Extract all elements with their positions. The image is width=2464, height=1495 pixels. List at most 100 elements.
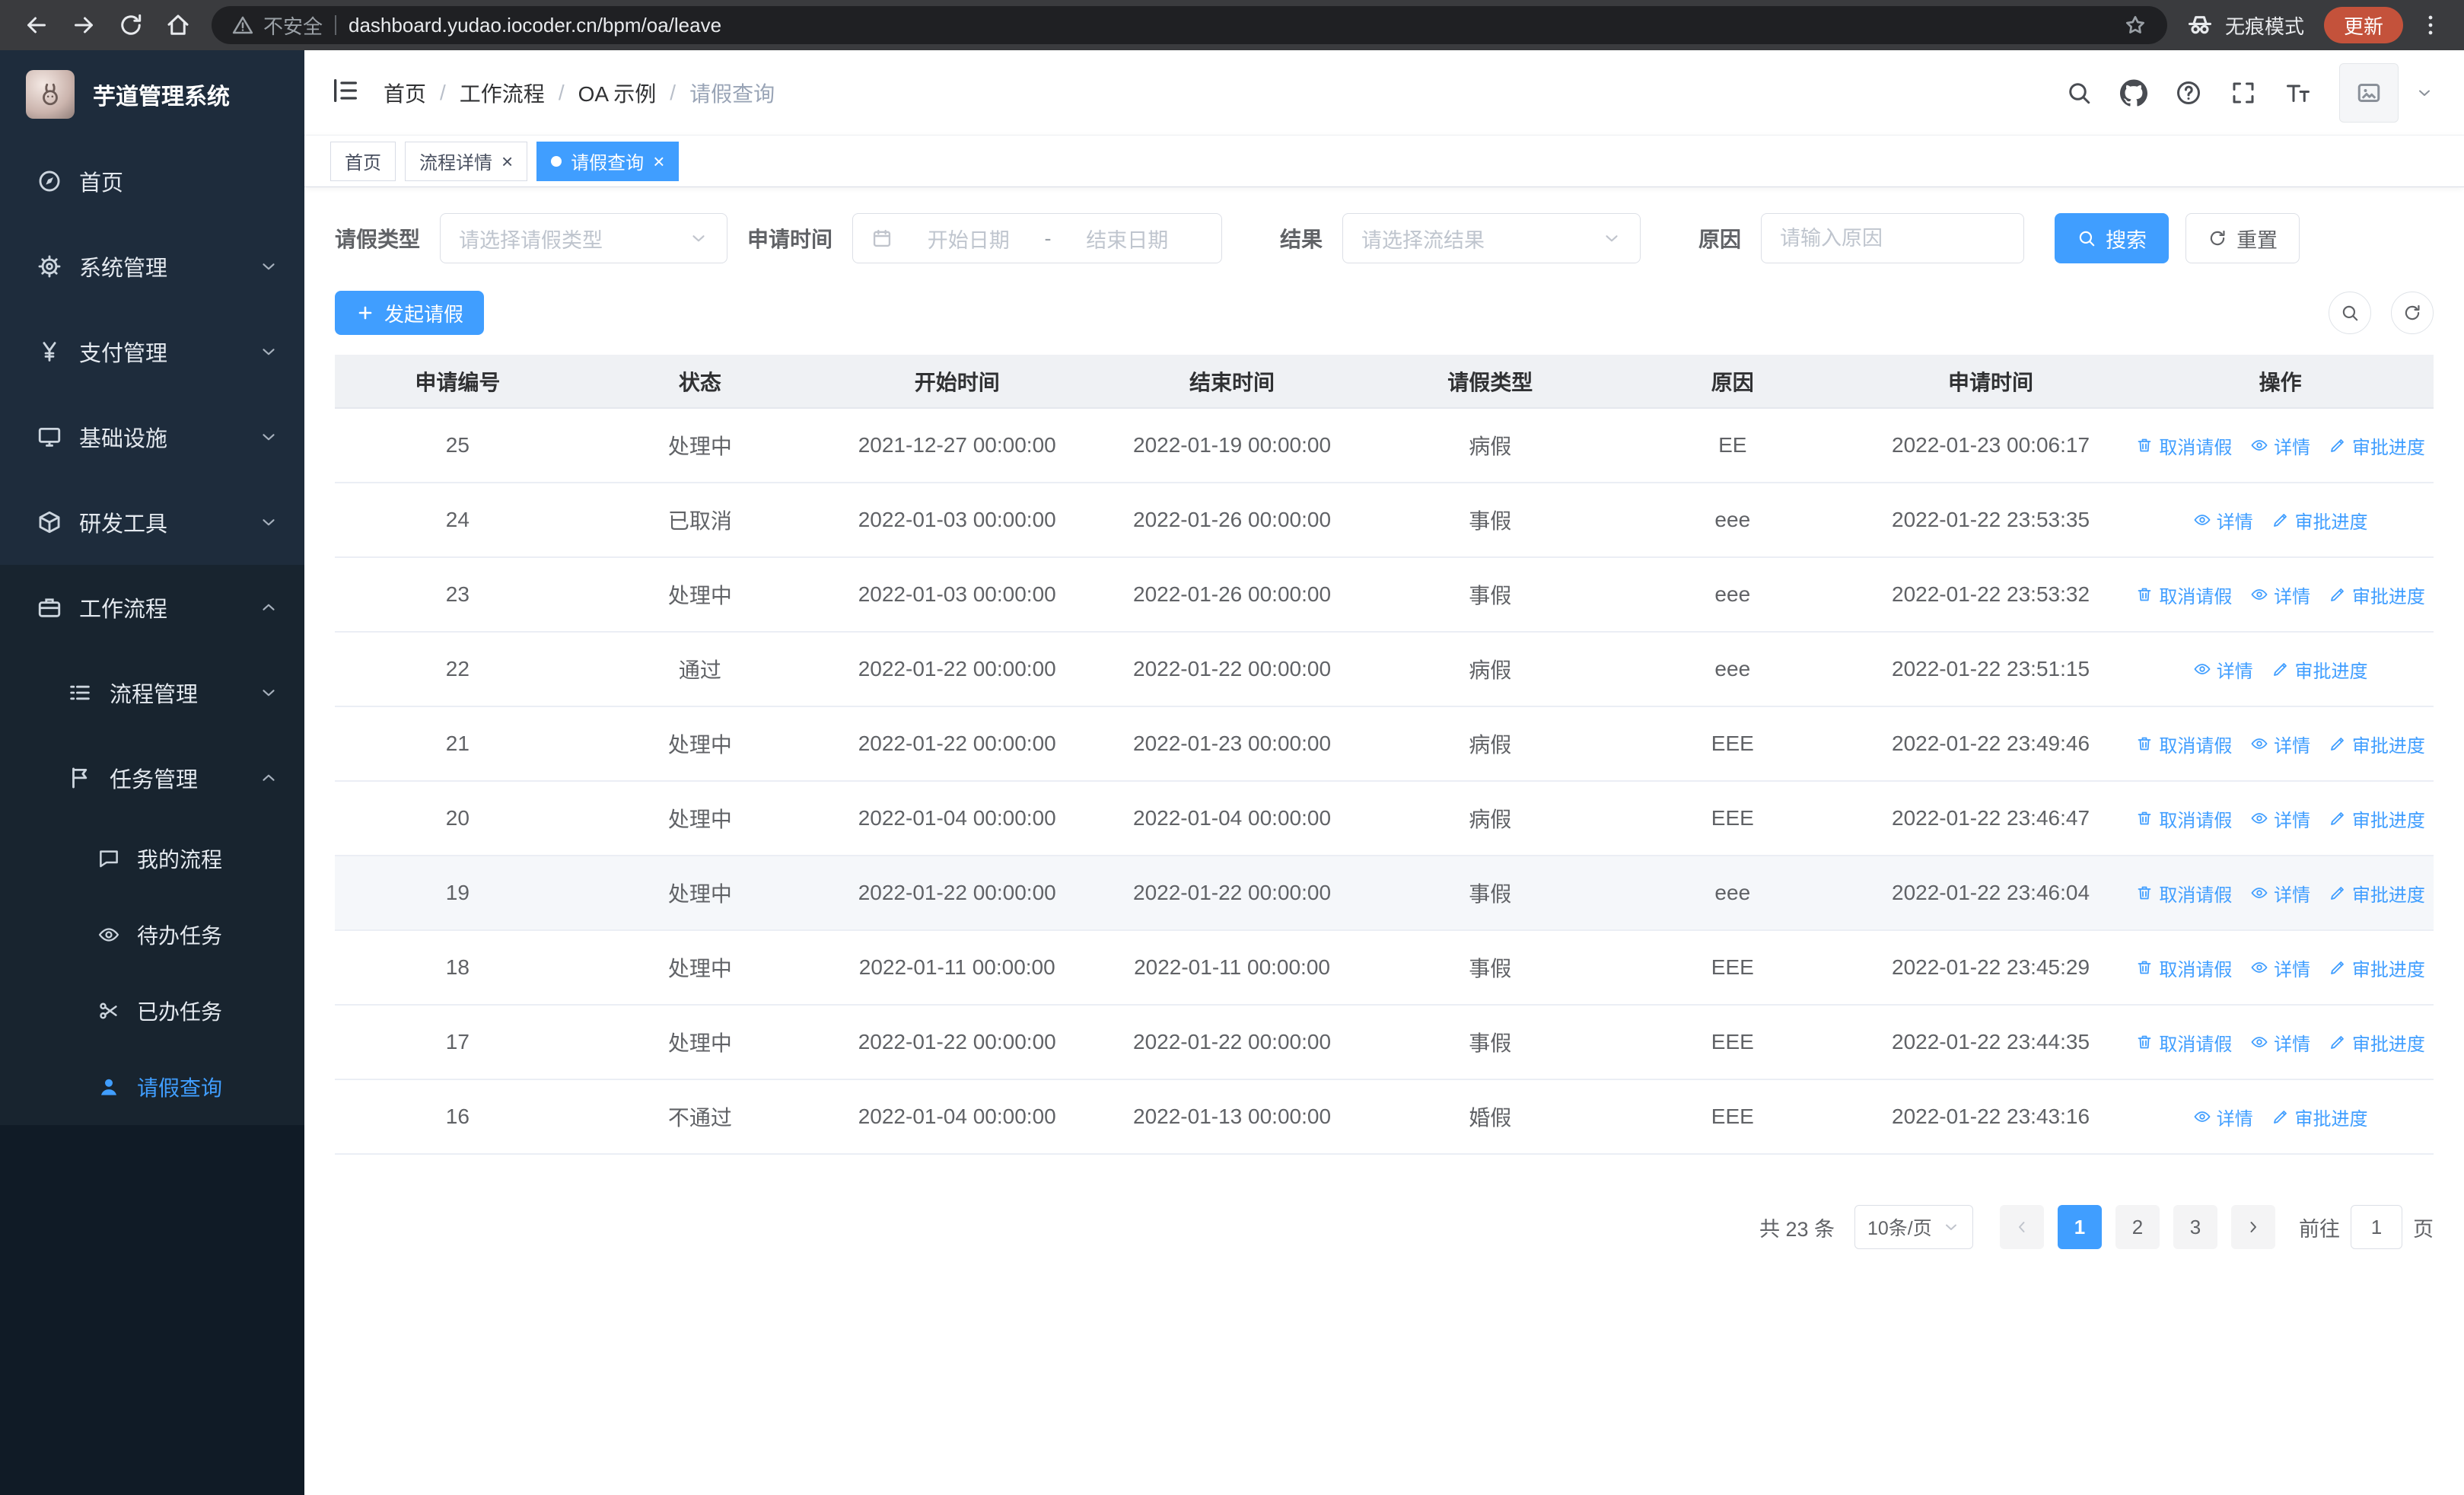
detail-link[interactable]: 详情 [2250,880,2310,907]
approval-progress-link[interactable]: 审批进度 [2329,955,2425,981]
toggle-search-button[interactable] [2329,292,2371,334]
user-icon [97,1076,120,1098]
detail-link[interactable]: 详情 [2193,507,2253,534]
tab-home[interactable]: 首页 [330,141,396,181]
browser-home-button[interactable] [158,5,198,45]
trash-icon [2135,884,2154,902]
detail-link[interactable]: 详情 [2250,582,2310,608]
sidebar-item-process-management[interactable]: 流程管理 [0,650,304,735]
detail-link[interactable]: 详情 [2193,1104,2253,1130]
goto-page-input[interactable] [2351,1205,2402,1249]
actions-cell: 取消请假 详情 审批进度 [2127,930,2434,1006]
cancel-leave-link[interactable]: 取消请假 [2135,805,2232,832]
search-button[interactable]: 搜索 [2055,213,2170,263]
approval-progress-link[interactable]: 审批进度 [2271,507,2368,534]
create-leave-button[interactable]: 发起请假 [335,291,485,335]
approval-progress-link[interactable]: 审批进度 [2329,1029,2425,1056]
help-icon[interactable] [2175,79,2202,107]
next-page-button[interactable] [2231,1205,2275,1249]
sidebar-item-workflow[interactable]: 工作流程 [0,565,304,650]
sidebar-item-home[interactable]: 首页 [0,139,304,224]
sidebar-collapse-button[interactable] [330,75,361,110]
apply-time-range-picker[interactable]: 开始日期 - 结束日期 [852,213,1223,263]
cancel-leave-link[interactable]: 取消请假 [2135,880,2232,907]
browser-reload-button[interactable] [111,5,151,45]
page-size-select[interactable]: 10条/页 [1854,1205,1973,1249]
page-button-2[interactable]: 2 [2115,1205,2160,1249]
approval-progress-link[interactable]: 审批进度 [2329,582,2425,608]
detail-link[interactable]: 详情 [2250,805,2310,832]
close-icon[interactable]: × [501,151,513,171]
browser-back-button[interactable] [17,5,56,45]
chevron-down-icon [689,228,708,248]
approval-progress-link[interactable]: 审批进度 [2329,432,2425,459]
cancel-leave-link[interactable]: 取消请假 [2135,731,2232,757]
sidebar-item-leave-query[interactable]: 请假查询 [0,1049,304,1125]
tab-leave-query[interactable]: 请假查询 × [536,141,680,181]
page-button-1[interactable]: 1 [2058,1205,2102,1249]
caret-down-icon[interactable] [2415,84,2434,102]
trash-icon [2135,436,2154,454]
column-header-type: 请假类型 [1369,355,1611,409]
browser-menu-button[interactable] [2414,8,2447,42]
cancel-leave-link[interactable]: 取消请假 [2135,432,2232,459]
breadcrumb-item[interactable]: 首页 [384,78,426,108]
approval-progress-link[interactable]: 审批进度 [2271,1104,2368,1130]
detail-link[interactable]: 详情 [2250,731,2310,757]
sidebar-item-todo-tasks[interactable]: 待办任务 [0,897,304,973]
table-row: 20 处理中 2022-01-04 00:00:00 2022-01-04 00… [335,781,2434,856]
sidebar-item-label: 我的流程 [137,848,223,872]
approval-progress-link[interactable]: 审批进度 [2329,731,2425,757]
search-icon[interactable] [2065,79,2093,107]
user-avatar[interactable] [2339,62,2399,123]
detail-link[interactable]: 详情 [2250,1029,2310,1056]
eye-icon [2250,735,2268,753]
breadcrumb-item[interactable]: 工作流程 [460,78,545,108]
approval-progress-link[interactable]: 审批进度 [2329,880,2425,907]
browser-update-button[interactable]: 更新 [2323,7,2403,43]
breadcrumb-item[interactable]: OA 示例 [578,78,657,108]
result-select[interactable]: 请选择流结果 [1342,213,1641,263]
approval-progress-link[interactable]: 审批进度 [2329,805,2425,832]
chevron-down-icon [259,342,279,362]
detail-link[interactable]: 详情 [2250,432,2310,459]
page-button-3[interactable]: 3 [2173,1205,2217,1249]
github-icon[interactable] [2120,79,2147,107]
sidebar-item-infrastructure[interactable]: 基础设施 [0,394,304,480]
cancel-leave-link[interactable]: 取消请假 [2135,1029,2232,1056]
prev-page-button[interactable] [2000,1205,2044,1249]
sidebar-item-label: 已办任务 [137,1000,223,1024]
trash-icon [2135,809,2154,827]
app-logo[interactable]: 芋道管理系统 [0,50,304,139]
breadcrumb-separator: / [558,80,565,104]
close-icon[interactable]: × [653,151,664,171]
chat-icon [97,847,120,870]
browser-forward-button[interactable] [64,5,103,45]
address-bar[interactable]: 不安全 dashboard.yudao.iocoder.cn/bpm/oa/le… [212,6,2167,44]
leave-type-select[interactable]: 请选择请假类型 [440,213,728,263]
detail-link[interactable]: 详情 [2250,955,2310,981]
refresh-icon [2402,303,2422,323]
refresh-table-button[interactable] [2391,292,2434,334]
sidebar-item-label: 系统管理 [79,257,168,281]
sidebar-item-dev-tools[interactable]: 研发工具 [0,480,304,565]
sidebar-item-task-management[interactable]: 任务管理 [0,735,304,821]
sidebar-item-done-tasks[interactable]: 已办任务 [0,973,304,1049]
table-row: 23 处理中 2022-01-03 00:00:00 2022-01-26 00… [335,557,2434,633]
sidebar-item-my-processes[interactable]: 我的流程 [0,821,304,897]
tab-process-detail[interactable]: 流程详情 × [405,141,528,181]
cancel-leave-link[interactable]: 取消请假 [2135,582,2232,608]
column-header-reason: 原因 [1610,355,1854,409]
font-size-icon[interactable] [2284,79,2312,107]
column-header-id: 申请编号 [335,355,581,409]
approval-progress-link[interactable]: 审批进度 [2271,656,2368,683]
table-row: 22 通过 2022-01-22 00:00:00 2022-01-22 00:… [335,632,2434,707]
bookmark-star-icon[interactable] [2123,13,2147,37]
detail-link[interactable]: 详情 [2193,656,2253,683]
reset-button[interactable]: 重置 [2185,213,2300,263]
sidebar-item-system-management[interactable]: 系统管理 [0,224,304,309]
reason-input[interactable] [1761,213,2025,263]
sidebar-item-payment-management[interactable]: 支付管理 [0,309,304,394]
fullscreen-icon[interactable] [2230,79,2257,107]
cancel-leave-link[interactable]: 取消请假 [2135,955,2232,981]
